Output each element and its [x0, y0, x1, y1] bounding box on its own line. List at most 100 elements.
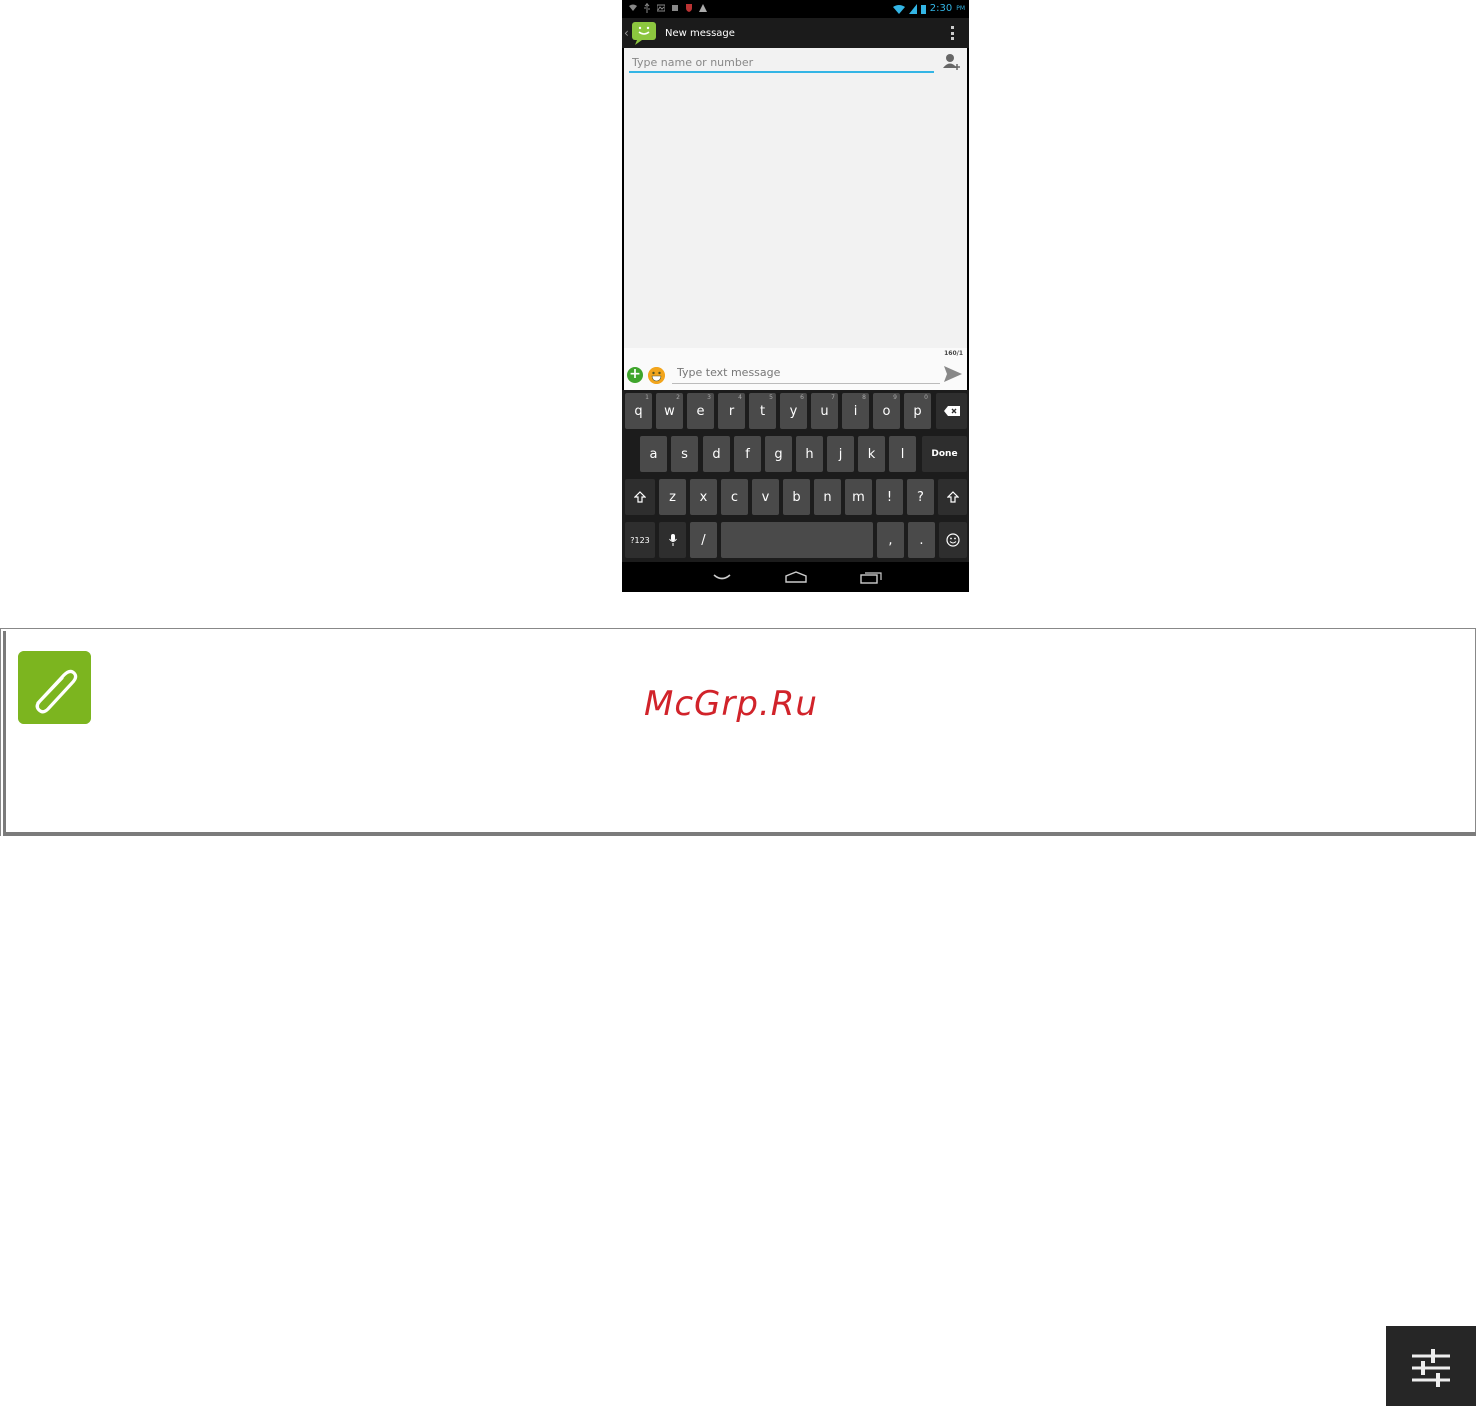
wifi-notification-icon [629, 4, 637, 11]
key-label: r [728, 403, 735, 419]
key-z[interactable]: z [659, 479, 686, 515]
message-input[interactable] [672, 362, 940, 384]
key-label: p [913, 403, 922, 419]
key-g[interactable]: g [765, 436, 792, 472]
notification-icons [629, 3, 707, 13]
keyboard: q1 w2 e3 r4 t5 y6 u7 i8 o9 p0 a s d f g … [622, 390, 969, 562]
cell-signal-icon [908, 3, 917, 14]
key-sub: 4 [738, 394, 742, 401]
warning-icon [699, 4, 707, 12]
key-t[interactable]: t5 [749, 393, 776, 429]
note-shadow-left [3, 631, 6, 834]
overflow-menu-icon[interactable] [951, 26, 955, 40]
key-n[interactable]: n [814, 479, 841, 515]
key-label: o [882, 403, 891, 419]
key-period[interactable]: . [908, 522, 935, 558]
home-icon[interactable] [784, 570, 808, 584]
add-contact-icon[interactable] [943, 53, 961, 71]
key-a[interactable]: a [640, 436, 667, 472]
key-x[interactable]: x [690, 479, 717, 515]
key-i[interactable]: i8 [842, 393, 869, 429]
key-sub: 8 [862, 394, 866, 401]
attach-plus-icon[interactable]: + [627, 367, 643, 383]
calendar-icon [672, 5, 678, 11]
key-k[interactable]: k [858, 436, 885, 472]
key-h[interactable]: h [796, 436, 823, 472]
key-c[interactable]: c [721, 479, 748, 515]
key-label: u [820, 403, 829, 419]
key-sub: 0 [924, 394, 928, 401]
character-counter: 160/1 [944, 350, 963, 357]
key-v[interactable]: v [752, 479, 779, 515]
key-label: i [853, 403, 858, 419]
space-key[interactable] [721, 522, 873, 558]
note-shadow-bottom [3, 832, 1476, 836]
page-title: New message [665, 27, 735, 39]
voice-input-key[interactable] [659, 522, 686, 558]
key-o[interactable]: o9 [873, 393, 900, 429]
shift-key-left[interactable] [625, 479, 655, 515]
shift-key-right[interactable] [938, 479, 967, 515]
back-chevron-icon[interactable]: ‹ [624, 26, 631, 40]
emoji-icon[interactable] [648, 367, 665, 384]
phone-screen: 2:30 PM ‹ New message 160/1 + [622, 0, 969, 592]
key-p[interactable]: p0 [904, 393, 931, 429]
backspace-icon [943, 406, 960, 416]
symbols-key[interactable]: ?123 [625, 522, 655, 558]
watermark-text: McGrp.Ru [644, 684, 818, 724]
key-sub: 3 [707, 394, 711, 401]
clock: 2:30 [929, 3, 953, 14]
send-icon[interactable] [943, 365, 963, 383]
key-sub: 7 [831, 394, 835, 401]
key-r[interactable]: r4 [718, 393, 745, 429]
key-exclamation[interactable]: ! [876, 479, 903, 515]
key-e[interactable]: e3 [687, 393, 714, 429]
key-sub: 9 [893, 394, 897, 401]
key-b[interactable]: b [783, 479, 810, 515]
key-f[interactable]: f [734, 436, 761, 472]
key-slash[interactable]: / [690, 522, 717, 558]
battery-icon [920, 4, 926, 14]
smiley-icon [946, 533, 960, 547]
key-j[interactable]: j [827, 436, 854, 472]
key-q[interactable]: q1 [625, 393, 652, 429]
settings-sliders-icon [1412, 1349, 1450, 1387]
key-sub: 1 [645, 394, 649, 401]
microphone-icon [668, 534, 677, 546]
settings-button[interactable] [1386, 1326, 1476, 1406]
key-u[interactable]: u7 [811, 393, 838, 429]
key-sub: 5 [769, 394, 773, 401]
conversation-area [624, 48, 967, 348]
paperclip-icon [18, 651, 91, 724]
key-question[interactable]: ? [907, 479, 934, 515]
key-sub: 2 [676, 394, 680, 401]
backspace-key[interactable] [936, 393, 967, 429]
key-w[interactable]: w2 [656, 393, 683, 429]
key-comma[interactable]: , [877, 522, 904, 558]
key-y[interactable]: y6 [780, 393, 807, 429]
key-label: w [664, 403, 675, 419]
navigation-bar [622, 562, 969, 592]
recent-apps-icon[interactable] [859, 570, 883, 584]
key-sub: 6 [800, 394, 804, 401]
done-key[interactable]: Done [922, 436, 967, 472]
status-bar: 2:30 PM [622, 0, 969, 18]
shift-icon [946, 491, 959, 503]
messaging-icon[interactable] [631, 21, 657, 45]
key-label: e [696, 403, 705, 419]
key-s[interactable]: s [671, 436, 698, 472]
usb-icon [644, 3, 650, 13]
key-d[interactable]: d [703, 436, 730, 472]
emoji-key[interactable] [939, 522, 967, 558]
key-label: y [789, 403, 798, 419]
key-label: q [634, 403, 643, 419]
compose-bar: 160/1 + [624, 348, 967, 390]
action-bar: ‹ New message [622, 18, 969, 48]
status-right: 2:30 PM [892, 3, 965, 14]
key-label: t [759, 403, 766, 419]
back-icon[interactable] [710, 570, 734, 584]
recipient-input[interactable] [629, 53, 934, 73]
key-m[interactable]: m [845, 479, 872, 515]
shield-icon [686, 4, 692, 12]
key-l[interactable]: l [889, 436, 916, 472]
